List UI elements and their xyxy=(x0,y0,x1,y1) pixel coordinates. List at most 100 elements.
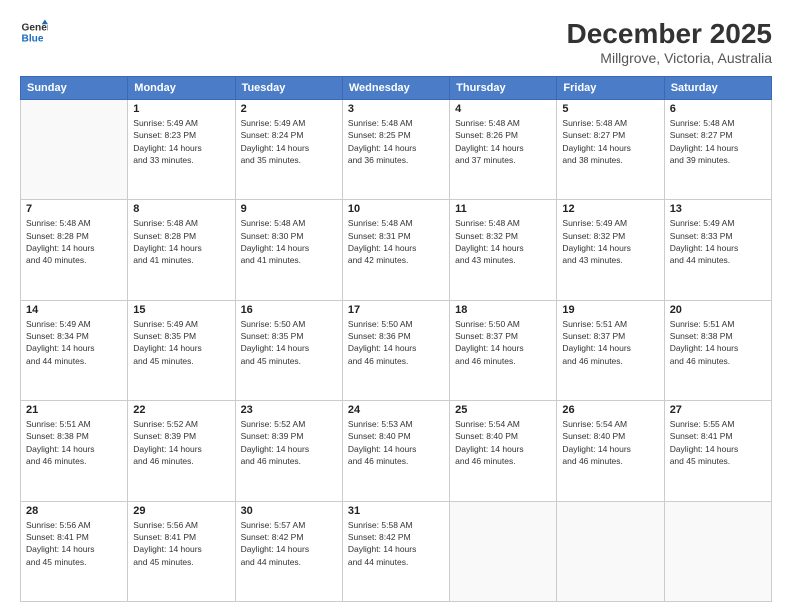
calendar-cell: 5Sunrise: 5:48 AMSunset: 8:27 PMDaylight… xyxy=(557,100,664,200)
calendar-cell: 30Sunrise: 5:57 AMSunset: 8:42 PMDayligh… xyxy=(235,501,342,601)
day-number: 17 xyxy=(348,304,444,316)
day-number: 27 xyxy=(670,404,766,416)
day-number: 1 xyxy=(133,103,229,115)
calendar-week-2: 7Sunrise: 5:48 AMSunset: 8:28 PMDaylight… xyxy=(21,200,772,300)
cell-details: Sunrise: 5:50 AMSunset: 8:35 PMDaylight:… xyxy=(241,318,337,367)
calendar-cell: 4 Sunrise: 5:48 AMSunset: 8:26 PMDaylight… xyxy=(450,100,557,200)
logo: General Blue xyxy=(20,18,48,46)
logo-icon: General Blue xyxy=(20,18,48,46)
calendar-table: SundayMondayTuesdayWednesdayThursdayFrid… xyxy=(20,76,772,602)
cell-details: Sunrise: 5:54 AMSunset: 8:40 PMDaylight:… xyxy=(455,418,551,467)
calendar-week-3: 14Sunrise: 5:49 AMSunset: 8:34 PMDayligh… xyxy=(21,300,772,400)
calendar-cell xyxy=(450,501,557,601)
calendar-week-4: 21 Sunrise: 5:51 AMSunset: 8:38 PMDayligh… xyxy=(21,401,772,501)
calendar-cell: 7Sunrise: 5:48 AMSunset: 8:28 PMDaylight… xyxy=(21,200,128,300)
calendar-cell: 1Sunrise: 5:49 AMSunset: 8:23 PMDaylight… xyxy=(128,100,235,200)
day-number: 3 xyxy=(348,103,444,115)
day-number: 23 xyxy=(241,404,337,416)
title-block: December 2025 Millgrove, Victoria, Austr… xyxy=(567,18,772,66)
calendar-subtitle: Millgrove, Victoria, Australia xyxy=(567,50,772,66)
day-header-saturday: Saturday xyxy=(664,77,771,100)
day-number: 19 xyxy=(562,304,658,316)
cell-details: Sunrise: 5:51 AMSunset: 8:38 PMDaylight:… xyxy=(26,418,122,467)
cell-details: Sunrise: 5:49 AMSunset: 8:32 PMDaylight:… xyxy=(562,217,658,266)
calendar-cell xyxy=(557,501,664,601)
cell-details: Sunrise: 5:54 AMSunset: 8:40 PMDaylight:… xyxy=(562,418,658,467)
calendar-cell: 10 Sunrise: 5:48 AMSunset: 8:31 PMDayligh… xyxy=(342,200,449,300)
day-number: 28 xyxy=(26,505,122,517)
cell-details: Sunrise: 5:52 AMSunset: 8:39 PMDaylight:… xyxy=(241,418,337,467)
calendar-cell: 11 Sunrise: 5:48 AMSunset: 8:32 PMDayligh… xyxy=(450,200,557,300)
cell-details: Sunrise: 5:49 AMSunset: 8:33 PMDaylight:… xyxy=(670,217,766,266)
day-number: 11 xyxy=(455,203,551,215)
cell-details: Sunrise: 5:56 AMSunset: 8:41 PMDaylight:… xyxy=(26,519,122,568)
calendar-cell: 21 Sunrise: 5:51 AMSunset: 8:38 PMDayligh… xyxy=(21,401,128,501)
calendar-week-5: 28 Sunrise: 5:56 AMSunset: 8:41 PMDayligh… xyxy=(21,501,772,601)
day-number: 20 xyxy=(670,304,766,316)
day-header-friday: Friday xyxy=(557,77,664,100)
svg-text:Blue: Blue xyxy=(22,33,44,44)
day-number: 24 xyxy=(348,404,444,416)
day-number: 6 xyxy=(670,103,766,115)
calendar-cell: 16 Sunrise: 5:50 AMSunset: 8:35 PMDayligh… xyxy=(235,300,342,400)
cell-details: Sunrise: 5:48 AMSunset: 8:27 PMDaylight:… xyxy=(670,117,766,166)
calendar-cell: 20 Sunrise: 5:51 AMSunset: 8:38 PMDayligh… xyxy=(664,300,771,400)
calendar-cell: 18Sunrise: 5:50 AMSunset: 8:37 PMDayligh… xyxy=(450,300,557,400)
calendar-cell: 13 Sunrise: 5:49 AMSunset: 8:33 PMDayligh… xyxy=(664,200,771,300)
cell-details: Sunrise: 5:49 AMSunset: 8:34 PMDaylight:… xyxy=(26,318,122,367)
day-number: 2 xyxy=(241,103,337,115)
cell-details: Sunrise: 5:48 AMSunset: 8:31 PMDaylight:… xyxy=(348,217,444,266)
day-header-tuesday: Tuesday xyxy=(235,77,342,100)
calendar-cell: 3 Sunrise: 5:48 AMSunset: 8:25 PMDaylight… xyxy=(342,100,449,200)
calendar-cell: 31Sunrise: 5:58 AMSunset: 8:42 PMDayligh… xyxy=(342,501,449,601)
day-number: 8 xyxy=(133,203,229,215)
day-number: 21 xyxy=(26,404,122,416)
cell-details: Sunrise: 5:52 AMSunset: 8:39 PMDaylight:… xyxy=(133,418,229,467)
day-header-sunday: Sunday xyxy=(21,77,128,100)
calendar-cell: 2 Sunrise: 5:49 AMSunset: 8:24 PMDaylight… xyxy=(235,100,342,200)
calendar-cell: 29 Sunrise: 5:56 AMSunset: 8:41 PMDayligh… xyxy=(128,501,235,601)
calendar-cell xyxy=(664,501,771,601)
calendar-cell: 14Sunrise: 5:49 AMSunset: 8:34 PMDayligh… xyxy=(21,300,128,400)
cell-details: Sunrise: 5:48 AMSunset: 8:28 PMDaylight:… xyxy=(133,217,229,266)
day-number: 9 xyxy=(241,203,337,215)
day-number: 25 xyxy=(455,404,551,416)
header: General Blue December 2025 Millgrove, Vi… xyxy=(20,18,772,66)
day-header-wednesday: Wednesday xyxy=(342,77,449,100)
calendar-cell: 28 Sunrise: 5:56 AMSunset: 8:41 PMDayligh… xyxy=(21,501,128,601)
day-number: 10 xyxy=(348,203,444,215)
calendar-cell: 23 Sunrise: 5:52 AMSunset: 8:39 PMDayligh… xyxy=(235,401,342,501)
day-number: 15 xyxy=(133,304,229,316)
calendar-cell: 8 Sunrise: 5:48 AMSunset: 8:28 PMDaylight… xyxy=(128,200,235,300)
cell-details: Sunrise: 5:49 AMSunset: 8:35 PMDaylight:… xyxy=(133,318,229,367)
calendar-title: December 2025 xyxy=(567,18,772,50)
cell-details: Sunrise: 5:55 AMSunset: 8:41 PMDaylight:… xyxy=(670,418,766,467)
calendar-cell: 12 Sunrise: 5:49 AMSunset: 8:32 PMDayligh… xyxy=(557,200,664,300)
day-number: 16 xyxy=(241,304,337,316)
cell-details: Sunrise: 5:56 AMSunset: 8:41 PMDaylight:… xyxy=(133,519,229,568)
cell-details: Sunrise: 5:48 AMSunset: 8:32 PMDaylight:… xyxy=(455,217,551,266)
day-number: 5 xyxy=(562,103,658,115)
day-number: 29 xyxy=(133,505,229,517)
day-number: 13 xyxy=(670,203,766,215)
calendar-cell: 22 Sunrise: 5:52 AMSunset: 8:39 PMDayligh… xyxy=(128,401,235,501)
day-number: 12 xyxy=(562,203,658,215)
day-number: 31 xyxy=(348,505,444,517)
cell-details: Sunrise: 5:48 AMSunset: 8:30 PMDaylight:… xyxy=(241,217,337,266)
day-number: 22 xyxy=(133,404,229,416)
day-number: 26 xyxy=(562,404,658,416)
cell-details: Sunrise: 5:48 AMSunset: 8:26 PMDaylight:… xyxy=(455,117,551,166)
day-number: 4 xyxy=(455,103,551,115)
cell-details: Sunrise: 5:49 AMSunset: 8:24 PMDaylight:… xyxy=(241,117,337,166)
day-header-monday: Monday xyxy=(128,77,235,100)
cell-details: Sunrise: 5:53 AMSunset: 8:40 PMDaylight:… xyxy=(348,418,444,467)
calendar-cell xyxy=(21,100,128,200)
calendar-week-1: 1Sunrise: 5:49 AMSunset: 8:23 PMDaylight… xyxy=(21,100,772,200)
cell-details: Sunrise: 5:50 AMSunset: 8:36 PMDaylight:… xyxy=(348,318,444,367)
cell-details: Sunrise: 5:51 AMSunset: 8:38 PMDaylight:… xyxy=(670,318,766,367)
calendar-cell: 9 Sunrise: 5:48 AMSunset: 8:30 PMDaylight… xyxy=(235,200,342,300)
day-number: 30 xyxy=(241,505,337,517)
page: General Blue December 2025 Millgrove, Vi… xyxy=(0,0,792,612)
calendar-cell: 25 Sunrise: 5:54 AMSunset: 8:40 PMDayligh… xyxy=(450,401,557,501)
cell-details: Sunrise: 5:48 AMSunset: 8:25 PMDaylight:… xyxy=(348,117,444,166)
